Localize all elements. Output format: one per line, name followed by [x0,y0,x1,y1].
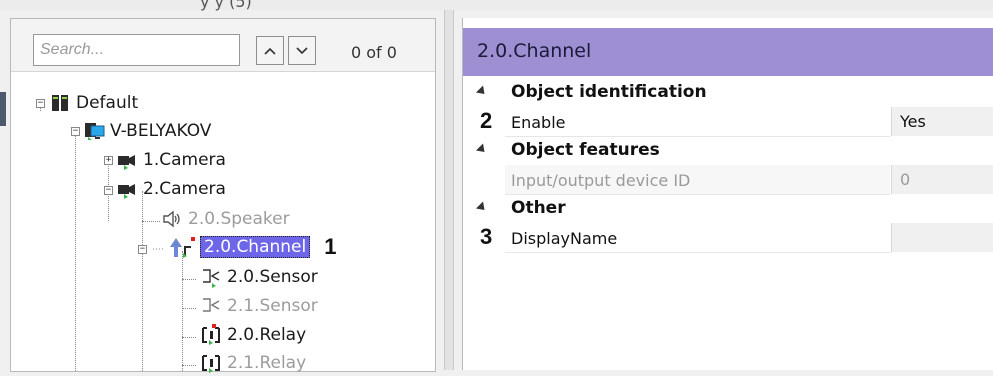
tree-node-label: 2.Camera [143,179,226,199]
collapse-triangle-icon[interactable] [475,85,489,98]
tree-connector [75,131,76,371]
tree-node-sensor-2[interactable]: 2.1.Sensor [200,293,318,319]
tree-node-sensor-1[interactable]: 2.0.Sensor [200,264,318,290]
truncated-title-text: y y (5) [200,0,252,11]
property-name-cell: Input/output device ID [505,165,890,195]
collapse-toggle[interactable]: − [71,127,80,136]
property-row-displayname[interactable]: 3 DisplayName [463,223,993,253]
tree-node-camera-1[interactable]: 1.Camera [116,147,226,173]
property-name: Enable [511,113,566,132]
tree-node-label: 2.0.Channel [200,236,311,258]
property-name: DisplayName [511,229,618,248]
sensor-icon [200,295,222,317]
collapse-toggle[interactable]: − [104,186,113,195]
expand-toggle[interactable]: + [104,156,113,165]
tree-node-label: V-BELYAKOV [110,121,212,141]
relay-icon [200,352,222,374]
collapse-triangle-icon[interactable] [475,143,489,156]
property-name-cell: DisplayName [505,223,890,253]
panel-splitter[interactable] [444,10,454,370]
tree-node-label: 1.Camera [143,150,226,170]
object-tree: − − + − − Default V-BELYAKOV 1.Camera 2.… [11,19,435,373]
tree-node-speaker[interactable]: 2.0.Speaker [161,206,290,232]
callout-number-2: 2 [480,108,493,133]
tree-node-relay-2[interactable]: 2.1.Relay [200,350,306,376]
property-row-enable[interactable]: 2 Enable Yes [463,107,993,137]
collapse-toggle[interactable]: − [138,245,147,254]
property-value-cell[interactable] [891,223,993,253]
tree-node-label: 2.1.Sensor [227,296,318,316]
property-value: Yes [900,112,926,131]
properties-panel: 2.0.Channel Object identification 2 Enab… [462,18,993,370]
channel-arrow-icon [151,236,195,258]
left-edge-accent [0,92,6,126]
tree-node-label: 2.1.Relay [227,353,307,373]
tree-node-label: 2.0.Sensor [227,267,318,287]
tree-connector [142,191,143,371]
tree-node-channel[interactable]: 2.0.Channel 1 [151,234,336,260]
tree-node-default[interactable]: Default [49,90,138,116]
top-strip: y y (5) [0,0,993,11]
speaker-icon [161,208,183,230]
category-label: Object identification [511,82,707,102]
tree-node-computer[interactable]: V-BELYAKOV [83,118,211,144]
property-category[interactable]: Object features [463,136,993,166]
tree-connector [182,337,196,338]
tree-node-label: 2.0.Relay [227,325,307,345]
callout-number-1: 1 [324,234,337,259]
property-row-device-id[interactable]: Input/output device ID 0 [463,165,993,195]
property-value-cell[interactable]: Yes [891,107,993,137]
tree-connector [142,221,160,222]
tree-node-camera-2[interactable]: 2.Camera [116,176,226,202]
tree-node-label: 2.0.Speaker [188,209,290,229]
property-name-cell: Enable [505,107,890,137]
tree-connector [182,308,196,309]
server-icon [49,92,71,114]
tree-node-label: Default [76,93,139,113]
sensor-icon [200,266,222,288]
tree-node-relay-1[interactable]: 2.0.Relay [200,322,306,348]
property-category[interactable]: Object identification [463,78,993,108]
properties-header: 2.0.Channel [463,28,993,76]
property-value: 0 [900,170,911,189]
object-tree-panel: 0 of 0 − − + − − Default V- [10,18,436,373]
category-label: Other [511,198,566,218]
property-name: Input/output device ID [511,171,691,190]
collapse-toggle[interactable]: − [36,99,45,108]
tree-connector [182,251,183,371]
camera-icon [116,178,138,200]
tree-connector [182,279,196,280]
properties-title: 2.0.Channel [477,40,592,62]
category-label: Object features [511,140,660,160]
camera-icon [116,149,138,171]
property-category[interactable]: Other [463,194,993,224]
callout-number-3: 3 [480,224,493,249]
collapse-triangle-icon[interactable] [475,201,489,214]
relay-icon [200,324,222,346]
computer-icon [83,120,105,142]
tree-connector [182,365,196,366]
property-value-cell[interactable]: 0 [891,165,993,195]
